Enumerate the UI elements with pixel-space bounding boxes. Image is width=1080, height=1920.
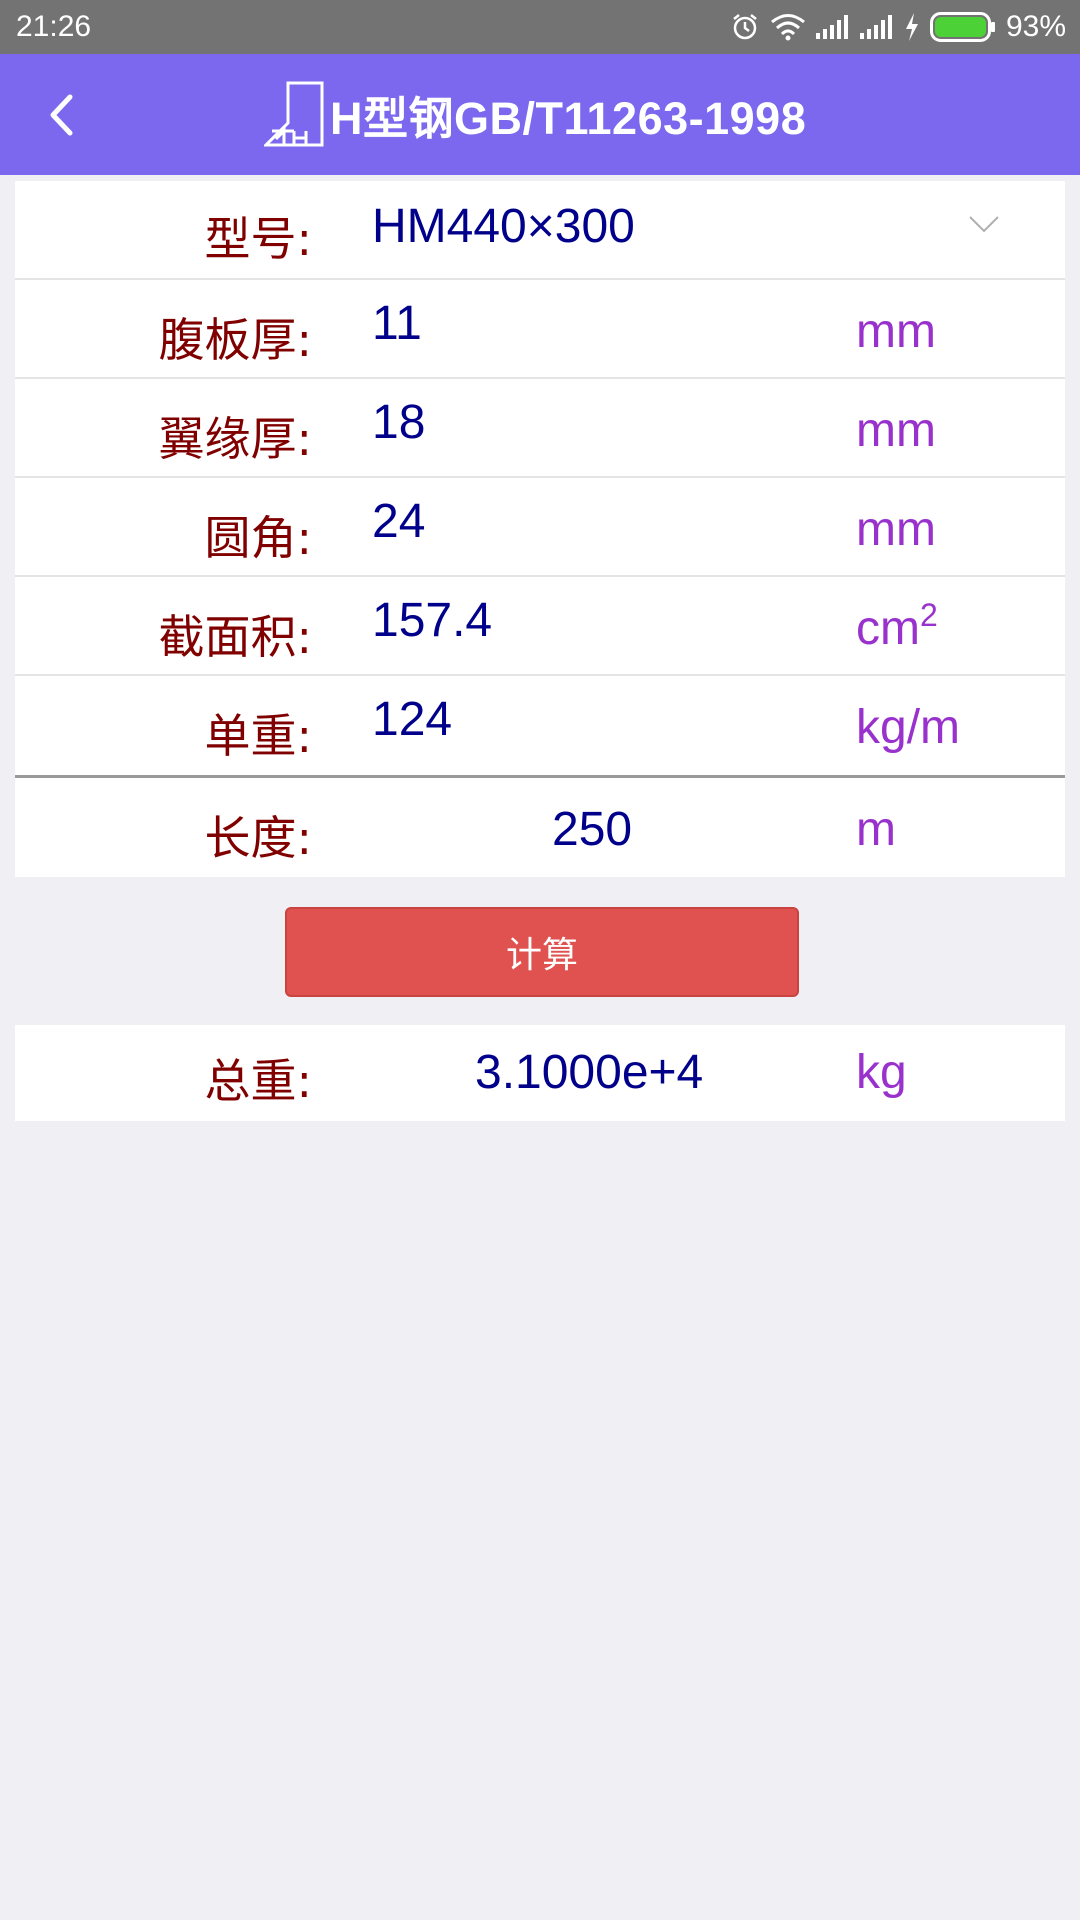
status-time: 21:26 [16,10,92,43]
web-thickness-row: 腹板厚: 11 mm [15,280,1065,379]
web-thickness-value: 11 [372,297,422,350]
wifi-icon [771,14,805,41]
steel-section-icon [264,81,324,147]
section-area-unit: cm2 [856,599,938,656]
calculate-button[interactable]: 计算 [285,907,799,997]
model-select[interactable]: HM440×300 [372,199,635,254]
alarm-icon [733,14,757,40]
signal-icon [859,15,892,39]
section-area-unit-exponent: 2 [919,597,938,633]
flange-thickness-value: 18 [372,396,426,449]
result-row: 总重: 3.1000e+4 kg [15,1025,1065,1121]
web-thickness-label: 腹板厚: [158,313,313,367]
flange-thickness-label: 翼缘厚: [158,412,313,466]
length-row: 长度: 250 m [15,775,1065,877]
section-area-unit-base: cm [856,602,920,655]
status-icons: 93% [730,8,1066,46]
unit-weight-unit: kg/m [856,701,961,754]
chevron-left-icon [50,94,73,136]
status-bar: 21:26 93% [0,0,1080,54]
total-weight-label: 总重: [204,1054,313,1108]
page-title: H型钢GB/T11263-1998 [330,92,807,144]
flange-thickness-row: 翼缘厚: 18 mm [15,379,1065,478]
charging-icon [905,13,918,41]
section-area-label: 截面积: [158,610,313,664]
unit-weight-value: 124 [372,693,453,746]
fillet-radius-value: 24 [372,495,426,548]
signal-icon [815,15,848,39]
unit-weight-row: 单重: 124 kg/m [15,676,1065,775]
battery-percent: 93% [1005,10,1066,43]
form-card: 型号: HM440×300 腹板厚: 11 mm 翼缘厚: 18 mm 圆角: … [15,181,1065,877]
section-area-value: 157.4 [372,594,493,647]
fillet-radius-label: 圆角: [204,511,313,565]
flange-thickness-unit: mm [856,404,936,457]
total-weight-unit: kg [856,1046,907,1099]
web-thickness-unit: mm [856,305,936,358]
fillet-radius-unit: mm [856,503,936,556]
total-weight-value: 3.1000e+4 [475,1046,704,1099]
unit-weight-label: 单重: [204,709,313,763]
chevron-down-icon[interactable] [968,215,1000,233]
battery-icon [929,12,995,42]
length-input[interactable]: 250 [15,802,1065,857]
app-bar: H型钢GB/T11263-1998 [0,54,1080,175]
length-unit: m [856,803,896,856]
calculate-button-label: 计算 [505,935,578,976]
section-area-row: 截面积: 157.4 cm2 [15,577,1065,676]
title-wrap: H型钢GB/T11263-1998 [264,72,806,156]
model-row[interactable]: 型号: HM440×300 [15,181,1065,280]
back-button[interactable] [36,90,86,140]
model-label: 型号: [204,212,313,266]
fillet-radius-row: 圆角: 24 mm [15,478,1065,577]
